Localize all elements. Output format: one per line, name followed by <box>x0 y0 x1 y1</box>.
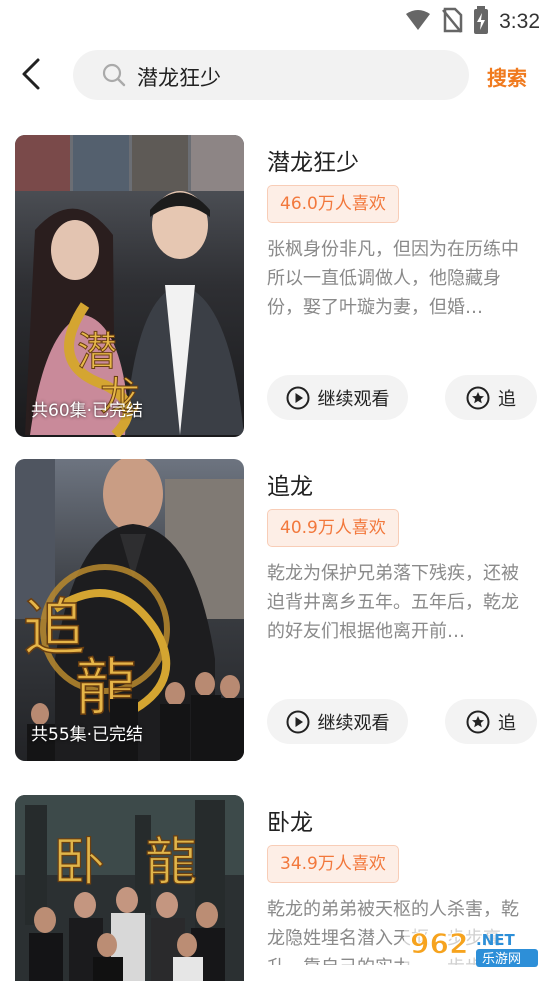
continue-watching-label: 继续观看 <box>317 712 390 734</box>
site-watermark: 962 .NET 乐游网 <box>404 921 544 971</box>
episode-count: 共55集·已完结 <box>31 725 144 745</box>
watermark-number: 962 <box>410 927 468 960</box>
follow-button[interactable]: 追 <box>445 699 537 744</box>
continue-watching-label: 继续观看 <box>317 388 390 410</box>
result-card[interactable]: 追 龍 共55集·已完结 追龙 40.9万人喜欢 乾龙为保护兄弟落下残疾，还被迫… <box>0 459 552 761</box>
continue-watching-button[interactable]: 继续观看 <box>267 699 408 744</box>
search-box[interactable]: 潜龙狂少 <box>73 50 469 100</box>
play-icon <box>286 386 309 409</box>
result-title[interactable]: 卧龙 <box>267 803 313 837</box>
chevron-left-icon <box>22 58 40 90</box>
follow-label: 追 <box>498 388 516 410</box>
status-bar: 3:32 <box>0 0 552 38</box>
play-icon <box>286 710 309 733</box>
poster-image[interactable]: 追 龍 共55集·已完结 <box>15 459 244 761</box>
likes-badge: 46.0万人喜欢 <box>267 185 399 223</box>
no-sim-icon <box>441 7 463 37</box>
follow-button[interactable]: 追 <box>445 375 537 420</box>
result-title[interactable]: 追龙 <box>267 467 313 501</box>
poster-image[interactable]: 卧 龍 <box>15 795 244 981</box>
search-input[interactable]: 潜龙狂少 <box>137 62 221 92</box>
likes-badge: 34.9万人喜欢 <box>267 845 399 883</box>
follow-label: 追 <box>498 712 516 734</box>
svg-text:龍: 龍 <box>145 833 197 893</box>
likes-badge: 40.9万人喜欢 <box>267 509 399 547</box>
wifi-icon <box>405 9 431 35</box>
back-button[interactable] <box>16 56 46 92</box>
search-button[interactable]: 搜索 <box>487 62 527 91</box>
result-title[interactable]: 潜龙狂少 <box>267 143 359 177</box>
svg-text:卧: 卧 <box>53 833 105 893</box>
result-description: 张枫身份非凡，但因为在历练中所以一直低调做人，他隐藏身份，娶了叶璇为妻，但婚… <box>267 239 519 318</box>
poster-image[interactable]: 潜 龙 共60集·已完结 <box>15 135 244 437</box>
episode-count: 共60集·已完结 <box>31 401 144 421</box>
watermark-suffix: .NET <box>476 931 515 949</box>
result-card[interactable]: 潜 龙 共60集·已完结 潜龙狂少 46.0万人喜欢 张枫身份非凡，但因为在历练… <box>0 135 552 437</box>
search-header: 潜龙狂少 搜索 <box>0 38 552 112</box>
svg-text:潜: 潜 <box>77 329 117 375</box>
search-icon <box>102 63 126 87</box>
battery-charging-icon <box>473 6 489 38</box>
watermark-site: 乐游网 <box>482 952 521 967</box>
star-icon <box>466 710 490 733</box>
star-icon <box>466 386 490 409</box>
status-time: 3:32 <box>499 10 540 33</box>
continue-watching-button[interactable]: 继续观看 <box>267 375 408 420</box>
result-description: 乾龙为保护兄弟落下残疾，还被迫背井离乡五年。五年后，乾龙的好友们根据他离开前… <box>267 563 519 642</box>
